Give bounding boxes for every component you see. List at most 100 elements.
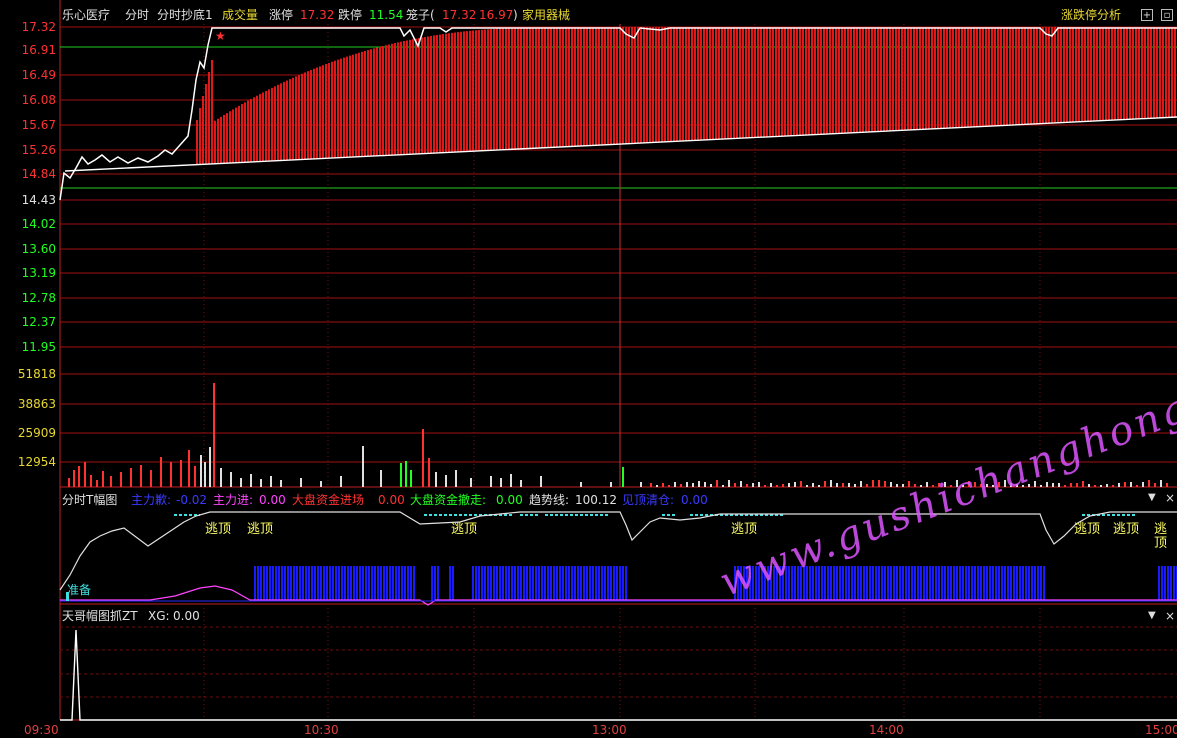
price-tick-label: 17.32 xyxy=(21,20,56,34)
fill-bar xyxy=(1153,27,1155,119)
fill-bar xyxy=(391,43,393,156)
fill-bar xyxy=(802,27,804,136)
indicator-bar xyxy=(517,566,519,601)
fill-bar xyxy=(1033,27,1035,124)
square-button[interactable]: ▫ xyxy=(1161,9,1173,21)
fill-bar xyxy=(691,27,693,141)
close-icon[interactable]: × xyxy=(1165,491,1175,505)
fill-bar xyxy=(613,27,615,145)
fill-bar xyxy=(490,29,492,151)
fill-bar xyxy=(745,27,747,138)
fill-bar xyxy=(196,120,198,165)
fill-bar xyxy=(688,27,690,141)
fill-bar xyxy=(853,27,855,133)
volume-bar xyxy=(120,472,122,487)
fill-bar xyxy=(205,84,207,165)
lower-panel-name[interactable]: 天哥帽图抓ZT xyxy=(62,609,138,623)
fill-bar xyxy=(505,28,507,150)
volume-bar xyxy=(680,484,682,487)
indicator-bar xyxy=(386,566,388,601)
fill-bar xyxy=(403,41,405,155)
fill-bar xyxy=(538,27,540,149)
limit-analysis-button[interactable]: 涨跌停分析 xyxy=(1061,7,1121,23)
fill-bar xyxy=(409,39,411,155)
chart-canvas[interactable]: ★ xyxy=(0,0,1177,738)
fill-bar xyxy=(727,27,729,139)
fill-bar xyxy=(271,87,273,161)
dropdown-icon[interactable]: ▼ xyxy=(1148,609,1156,623)
fill-bar xyxy=(328,62,330,159)
indicator-bar xyxy=(1164,566,1166,601)
volume-bar xyxy=(209,447,211,487)
main-buy-label: 主力歉: xyxy=(131,493,172,507)
indicator-bar xyxy=(586,566,588,601)
fill-bar xyxy=(721,27,723,140)
cage-close: ) xyxy=(513,8,518,22)
fill-bar xyxy=(766,27,768,137)
time-tick-label: 15:00 xyxy=(1145,723,1177,737)
volume-bar xyxy=(610,482,612,487)
indicator-bar xyxy=(854,566,856,601)
fill-bar xyxy=(928,27,930,130)
fill-bar xyxy=(889,27,891,131)
limit-down-label: 跌停 xyxy=(338,8,363,22)
xg-value: 0.00 xyxy=(173,609,200,623)
fill-bar xyxy=(250,98,252,163)
indicator-bar xyxy=(616,566,618,601)
fill-bar xyxy=(637,27,639,144)
indicator-bar xyxy=(908,566,910,601)
fill-bar xyxy=(1012,27,1014,126)
zoom-in-button[interactable]: + xyxy=(1141,9,1153,21)
fill-bar xyxy=(586,27,588,146)
close-icon[interactable]: × xyxy=(1165,609,1175,623)
indicator-bar xyxy=(284,566,286,601)
volume-bar xyxy=(150,470,152,487)
fill-bar xyxy=(523,27,525,149)
volume-bar xyxy=(280,480,282,487)
volume-bar xyxy=(540,476,542,487)
indicator-bar xyxy=(547,566,549,601)
fill-bar xyxy=(886,27,888,132)
volume-bar xyxy=(908,481,910,487)
fill-bar xyxy=(877,27,879,132)
fill-bar xyxy=(535,27,537,149)
zt-signal-line xyxy=(60,629,1177,721)
indicator-bar xyxy=(269,566,271,601)
indicator-bar xyxy=(305,566,307,601)
indicator-bar xyxy=(577,566,579,601)
dropdown-icon[interactable]: ▼ xyxy=(1148,491,1156,505)
fill-bar xyxy=(247,100,249,163)
fill-bar xyxy=(463,31,465,152)
fill-bar xyxy=(805,27,807,136)
indicator-name[interactable]: 分时抄底1 xyxy=(157,7,213,23)
sector-name[interactable]: 家用器械 xyxy=(522,7,570,23)
fill-bar xyxy=(835,27,837,134)
fill-bar xyxy=(532,27,534,149)
fill-bar xyxy=(754,27,756,138)
indicator-bar xyxy=(508,566,510,601)
fill-bar xyxy=(1066,27,1068,123)
indicator-bar xyxy=(311,566,313,601)
indicator-bar xyxy=(610,566,612,601)
fill-bar xyxy=(943,27,945,129)
fill-bar xyxy=(241,104,243,163)
fill-bar xyxy=(406,40,408,155)
fill-bar xyxy=(679,27,681,142)
mode-label[interactable]: 分时 xyxy=(125,7,149,23)
indicator-bar xyxy=(281,566,283,601)
fill-bar xyxy=(253,97,255,162)
fill-bar xyxy=(1111,27,1113,121)
indicator-bar xyxy=(407,566,409,601)
indicator-bar xyxy=(836,566,838,601)
indicator-bar xyxy=(1028,566,1030,601)
indicator-bar xyxy=(278,566,280,601)
trend-label: 趋势线: xyxy=(529,493,570,507)
indicator-bar xyxy=(1161,566,1163,601)
indicator-bar xyxy=(839,566,841,601)
price-tick-label: 14.02 xyxy=(21,217,56,231)
fill-bar xyxy=(589,27,591,146)
fill-bar xyxy=(1144,27,1146,119)
volume-bar xyxy=(405,461,407,487)
indicator-panel-name[interactable]: 分时T幅图 xyxy=(62,493,117,507)
fill-bar xyxy=(415,38,417,155)
